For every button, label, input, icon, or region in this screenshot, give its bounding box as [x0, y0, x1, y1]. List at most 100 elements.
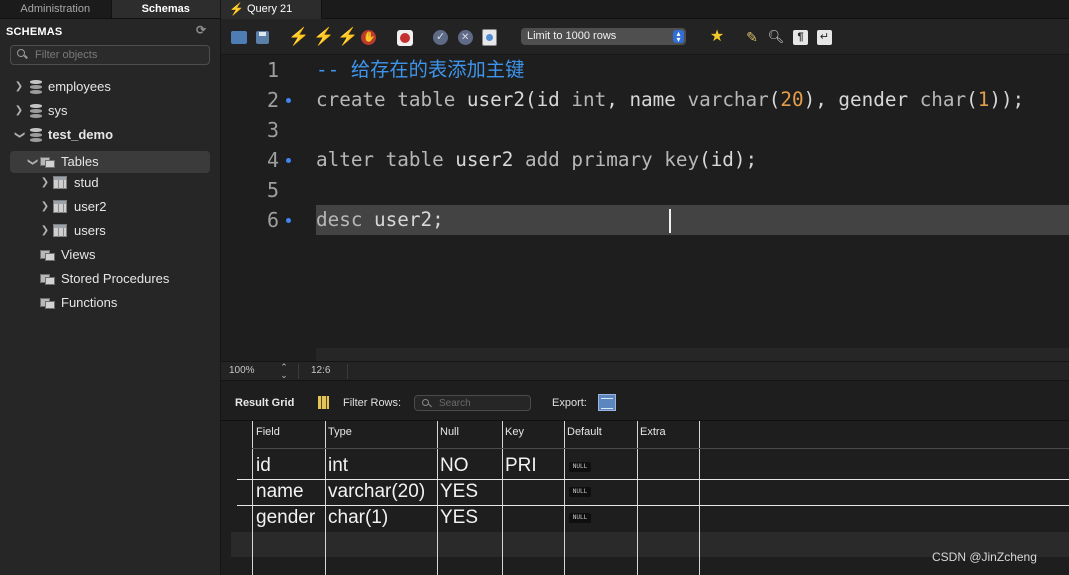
tree-item-functions[interactable]: Functions: [40, 292, 210, 314]
code-text: user2;: [362, 208, 444, 231]
cell-default-null-badge[interactable]: NULL: [569, 487, 591, 497]
column-header-default[interactable]: Default: [567, 426, 602, 438]
cell-null[interactable]: NO: [440, 454, 469, 478]
stop-icon[interactable]: [361, 30, 376, 45]
filter-rows-input[interactable]: [439, 396, 527, 410]
result-grid-icon[interactable]: [318, 396, 329, 409]
cell-type[interactable]: char(1): [328, 506, 388, 530]
tab-schemas[interactable]: Schemas: [110, 0, 220, 18]
column-divider: [637, 421, 638, 575]
cell-key[interactable]: PRI: [505, 454, 537, 478]
rollback-icon[interactable]: [458, 30, 473, 45]
schema-label: employees: [48, 79, 111, 94]
procedures-folder-icon: [40, 272, 56, 285]
filter-objects-box: [10, 45, 210, 65]
chevron-right-icon[interactable]: ❯: [40, 172, 50, 194]
table-item-user2[interactable]: ❯ user2: [40, 196, 210, 218]
cell-field[interactable]: id: [256, 454, 271, 478]
statement-marker-icon: [286, 158, 291, 163]
schema-label: sys: [48, 103, 68, 118]
limit-rows-value: Limit to 1000 rows: [527, 30, 617, 42]
tab-administration[interactable]: Administration: [0, 0, 111, 18]
code-text: (: [966, 88, 978, 111]
code-line-2: create table user2(id int, name varchar(…: [316, 85, 1024, 115]
sql-toolbar: ⚡ ⚡ ⚡ Limit to 1000 rows ▴▾ ★ ✎ 🔍︎ ¶ ↵: [221, 19, 1069, 55]
code-text: (id);: [699, 148, 758, 171]
filter-rows-box: [414, 395, 531, 411]
column-header-null[interactable]: Null: [440, 426, 459, 438]
chevron-down-icon[interactable]: ❯: [8, 130, 30, 140]
tree-item-stored-procedures[interactable]: Stored Procedures: [40, 268, 210, 290]
schema-item-sys[interactable]: ❯ sys: [14, 100, 214, 122]
code-text: (: [768, 88, 781, 111]
beautify-icon[interactable]: ★: [708, 28, 726, 46]
cell-type[interactable]: int: [328, 454, 348, 478]
schema-item-employees[interactable]: ❯ employees: [14, 76, 214, 98]
export-label: Export:: [552, 397, 587, 409]
cell-field[interactable]: gender: [256, 506, 315, 530]
table-item-stud[interactable]: ❯ stud: [40, 172, 210, 194]
column-header-field[interactable]: Field: [256, 426, 280, 438]
column-header-key[interactable]: Key: [505, 426, 524, 438]
chevron-right-icon[interactable]: ❯: [40, 220, 50, 242]
column-header-type[interactable]: Type: [328, 426, 352, 438]
keyword: int: [571, 88, 607, 111]
cell-null[interactable]: YES: [440, 506, 478, 530]
chevron-right-icon[interactable]: ❯: [14, 76, 24, 98]
invisibles-icon[interactable]: ¶: [793, 30, 808, 45]
filter-objects-input[interactable]: [35, 47, 205, 63]
editor-status-bar: 100% ⌃ ⌄ 12:6: [221, 361, 1069, 381]
toggle-error-icon[interactable]: [397, 30, 413, 46]
cell-field[interactable]: name: [256, 480, 304, 504]
divider: [347, 364, 348, 379]
save-icon[interactable]: [256, 31, 269, 44]
wrap-icon[interactable]: ↵: [817, 30, 832, 45]
limit-rows-select[interactable]: Limit to 1000 rows ▴ ▾: [521, 28, 686, 45]
commit-icon[interactable]: [433, 30, 448, 45]
sql-editor[interactable]: 1 2 3 4 5 6 -- 给存在的表添加主键 create table us…: [221, 55, 1069, 361]
tab-query-21[interactable]: ⚡ Query 21: [221, 0, 322, 19]
code-text: ), gender: [803, 88, 920, 111]
find-icon[interactable]: 🔍︎: [767, 28, 785, 46]
header-divider: [252, 448, 1069, 449]
column-divider: [325, 421, 326, 575]
explain-icon[interactable]: ⚡: [337, 28, 358, 46]
execute-icon[interactable]: ⚡: [288, 28, 309, 46]
watermark: CSDN @JinZcheng: [932, 550, 1037, 564]
result-grid-label[interactable]: Result Grid: [235, 397, 294, 409]
refresh-icon[interactable]: ⟳: [196, 24, 208, 36]
tree-item-label: Functions: [61, 295, 118, 310]
zoom-level[interactable]: 100%: [229, 362, 255, 380]
column-header-extra[interactable]: Extra: [640, 426, 666, 438]
brush-icon[interactable]: ✎: [743, 28, 761, 46]
tree-item-tables[interactable]: ❯ Tables: [10, 151, 210, 173]
cell-default-null-badge[interactable]: NULL: [569, 513, 591, 523]
cell-null[interactable]: YES: [440, 480, 478, 504]
column-divider: [437, 421, 438, 575]
open-folder-icon[interactable]: [231, 31, 247, 44]
chevron-right-icon[interactable]: ❯: [40, 196, 50, 218]
schemas-header: SCHEMAS ⟳: [0, 19, 220, 43]
cell-type[interactable]: varchar(20): [328, 480, 425, 504]
schemas-title: SCHEMAS: [6, 26, 63, 38]
cell-default-null-badge[interactable]: NULL: [569, 462, 591, 472]
column-divider: [564, 421, 565, 575]
chevron-right-icon[interactable]: ❯: [14, 100, 24, 122]
workbench-window: Administration Schemas SCHEMAS ⟳ ❯ emplo…: [0, 0, 1069, 575]
schema-item-test-demo[interactable]: ❯ test_demo: [14, 124, 214, 146]
line-number: 6: [266, 208, 279, 232]
keyword: desc: [316, 208, 363, 231]
execute-current-icon[interactable]: ⚡: [313, 28, 334, 46]
code-text: , name: [606, 88, 688, 111]
zoom-stepper-icon[interactable]: ⌃ ⌄: [279, 363, 289, 380]
line-number: 2: [266, 88, 279, 112]
number-literal: 20: [780, 88, 804, 111]
tree-item-views[interactable]: Views: [40, 244, 210, 266]
table-item-users[interactable]: ❯ users: [40, 220, 210, 242]
autocommit-icon[interactable]: [482, 29, 497, 46]
navigator-tabs: Administration Schemas: [0, 0, 220, 19]
column-divider: [502, 421, 503, 575]
export-icon[interactable]: [598, 394, 616, 411]
code-text: user2: [443, 148, 525, 171]
code-line-4: alter table user2 add primary key(id);: [316, 145, 757, 175]
